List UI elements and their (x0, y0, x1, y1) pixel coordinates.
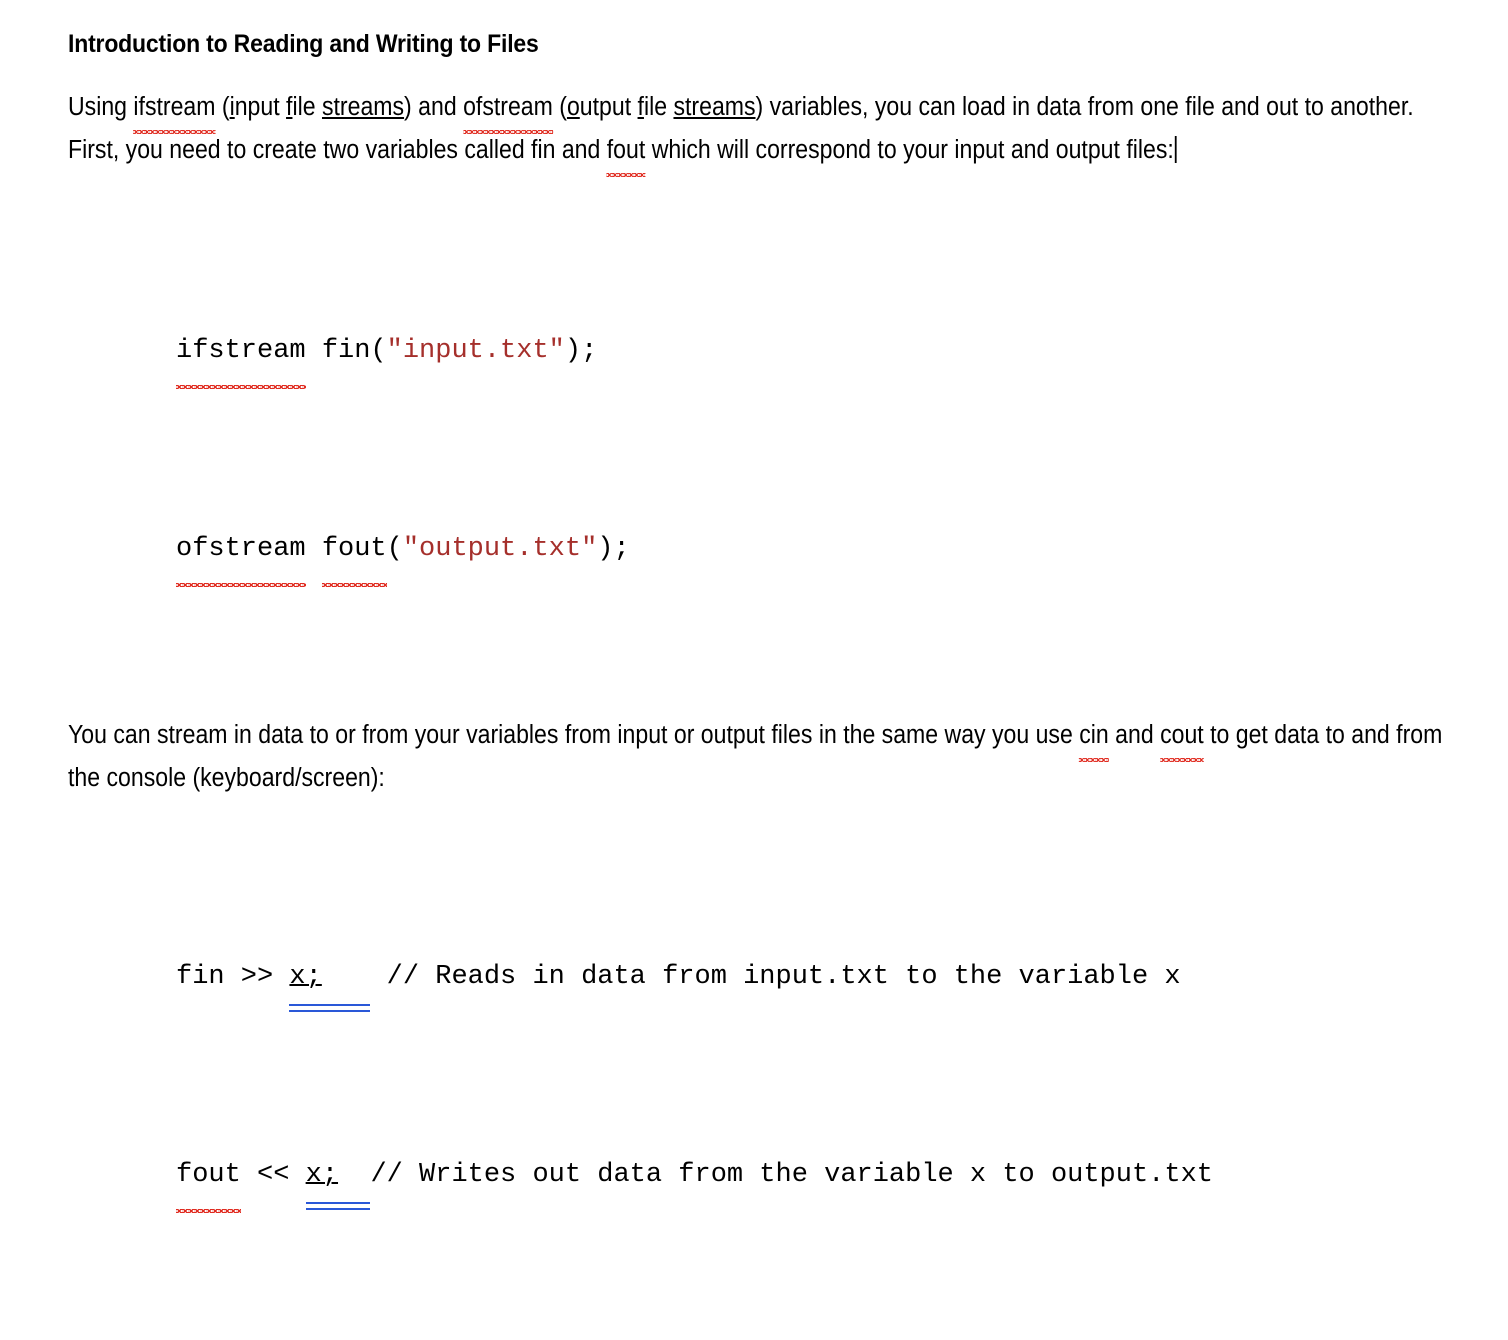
underlined-word-streams: streams (321, 93, 405, 121)
paragraph-streaming: You can stream in data to or from your v… (68, 714, 1462, 800)
code-text: ( (386, 534, 403, 564)
spellcheck-word-cin: cin (1079, 714, 1109, 762)
code-text: fin( (305, 336, 387, 366)
code-block-declarations: ifstream fin("input.txt"); ofstream fout… (176, 186, 1463, 714)
grammar-underline-token: x; (305, 1142, 371, 1210)
code-text: fin >> (176, 962, 290, 992)
code-line: fin >> x; // Reads in data from input.tx… (176, 944, 1463, 1012)
code-text: ); (564, 336, 598, 366)
code-token: x; (289, 962, 322, 992)
spellcheck-word-ifstream: ifstream (133, 86, 215, 134)
code-comment: // Reads in data from input.txt to the v… (370, 962, 1181, 992)
paragraph-intro: Using ifstream (input file streams) and … (68, 86, 1462, 177)
code-spacer (338, 1160, 370, 1190)
text-run: which will correspond to your input and … (645, 136, 1174, 164)
spellcheck-word-ofstream: ofstream (463, 86, 554, 134)
document-page: Introduction to Reading and Writing to F… (0, 0, 1508, 1213)
text-run: utput (579, 93, 638, 121)
text-run: ( (552, 93, 567, 121)
spellcheck-word-fout: fout (606, 129, 645, 177)
code-text: ); (597, 534, 630, 564)
code-line: fout << x; // Writes out data from the v… (176, 1142, 1463, 1213)
string-literal: "input.txt" (386, 336, 565, 366)
text-run: Using (68, 93, 134, 121)
spellcheck-word-ifstream: ifstream (176, 318, 306, 389)
spellcheck-word-cout: cout (1160, 714, 1204, 762)
text-run: nput (234, 93, 287, 121)
text-run: ( (215, 93, 230, 121)
text-run: ile (292, 93, 322, 121)
code-comment: // Writes out data from the variable x t… (370, 1160, 1213, 1190)
code-line: ifstream fin("input.txt"); (176, 318, 1463, 389)
code-text: << (240, 1160, 306, 1190)
code-token: x; (305, 1160, 339, 1190)
text-run: and (1108, 721, 1161, 749)
spellcheck-word-ofstream: ofstream (176, 516, 306, 587)
text-run: ile (643, 93, 674, 121)
underlined-word-streams: streams (673, 93, 756, 121)
code-line: ofstream fout("output.txt"); (176, 516, 1463, 587)
document-body[interactable]: Introduction to Reading and Writing to F… (68, 28, 1463, 1340)
text-cursor (1174, 136, 1177, 163)
code-block-streaming: fin >> x; // Reads in data from input.tx… (176, 812, 1463, 1340)
grammar-underline-token: x; (289, 944, 371, 1012)
underlined-letter: o (566, 93, 580, 121)
spellcheck-word-fout: fout (321, 516, 387, 587)
text-run: You can stream in data to or from your v… (68, 721, 1080, 749)
code-spacer (322, 962, 371, 992)
text-run: ) and (404, 93, 464, 121)
spellcheck-word-fout: fout (176, 1142, 241, 1213)
page-title: Introduction to Reading and Writing to F… (68, 30, 539, 58)
string-literal: "output.txt" (402, 534, 598, 564)
